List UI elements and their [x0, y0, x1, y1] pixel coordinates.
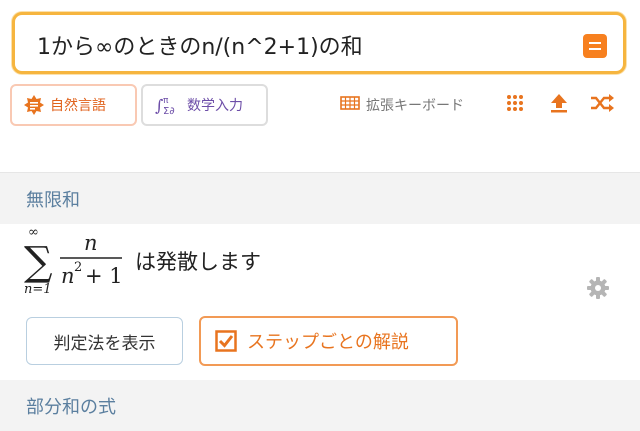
- grid-button[interactable]: [505, 93, 525, 117]
- math-input-label: 数学入力: [187, 98, 243, 114]
- natural-language-button[interactable]: 自然言語: [10, 84, 137, 126]
- svg-text:π: π: [163, 96, 169, 106]
- sum-lower-limit: n=1: [24, 282, 52, 297]
- keyboard-icon: [340, 95, 360, 115]
- search-query[interactable]: 1から∞のときのn/(n^2+1)の和: [37, 29, 363, 61]
- upload-icon: [550, 93, 568, 117]
- upload-button[interactable]: [550, 93, 568, 117]
- natural-language-label: 自然言語: [50, 98, 106, 114]
- settings-button[interactable]: [586, 276, 610, 300]
- extended-keyboard-label: 拡張キーボード: [366, 98, 464, 114]
- svg-text:Σ∂: Σ∂: [163, 106, 175, 116]
- math-input-button[interactable]: ∫ π Σ∂ 数学入力: [141, 84, 268, 126]
- equals-button[interactable]: [583, 34, 607, 58]
- shuffle-icon: [590, 94, 614, 116]
- diverges-text: は発散します: [135, 250, 261, 274]
- grid-icon: [505, 93, 525, 117]
- natural-language-icon: [24, 95, 44, 115]
- partial-sum-header: 部分和の式: [0, 380, 640, 431]
- step-by-step-label: ステップごとの解説: [247, 332, 409, 353]
- fraction-denominator-rest: + 1: [85, 264, 123, 288]
- extended-keyboard-button[interactable]: 拡張キーボード: [340, 93, 464, 117]
- math-input-icon: ∫ π Σ∂: [155, 94, 181, 116]
- random-example-button[interactable]: [590, 93, 614, 117]
- infinite-sum-header: 無限和: [0, 172, 640, 224]
- sigma-symbol: ∑: [24, 239, 53, 285]
- step-by-step-button[interactable]: ステップごとの解説: [199, 316, 458, 366]
- show-test-button[interactable]: 判定法を表示: [26, 317, 183, 365]
- gear-icon: [587, 277, 609, 299]
- checkbox-icon: [215, 330, 237, 352]
- fraction-denominator-base: n: [61, 264, 75, 288]
- fraction-denominator-exponent: 2: [74, 260, 82, 275]
- fraction-numerator: n: [84, 231, 98, 255]
- search-input[interactable]: 1から∞のときのn/(n^2+1)の和: [12, 12, 626, 74]
- sum-upper-limit: ∞: [28, 226, 39, 240]
